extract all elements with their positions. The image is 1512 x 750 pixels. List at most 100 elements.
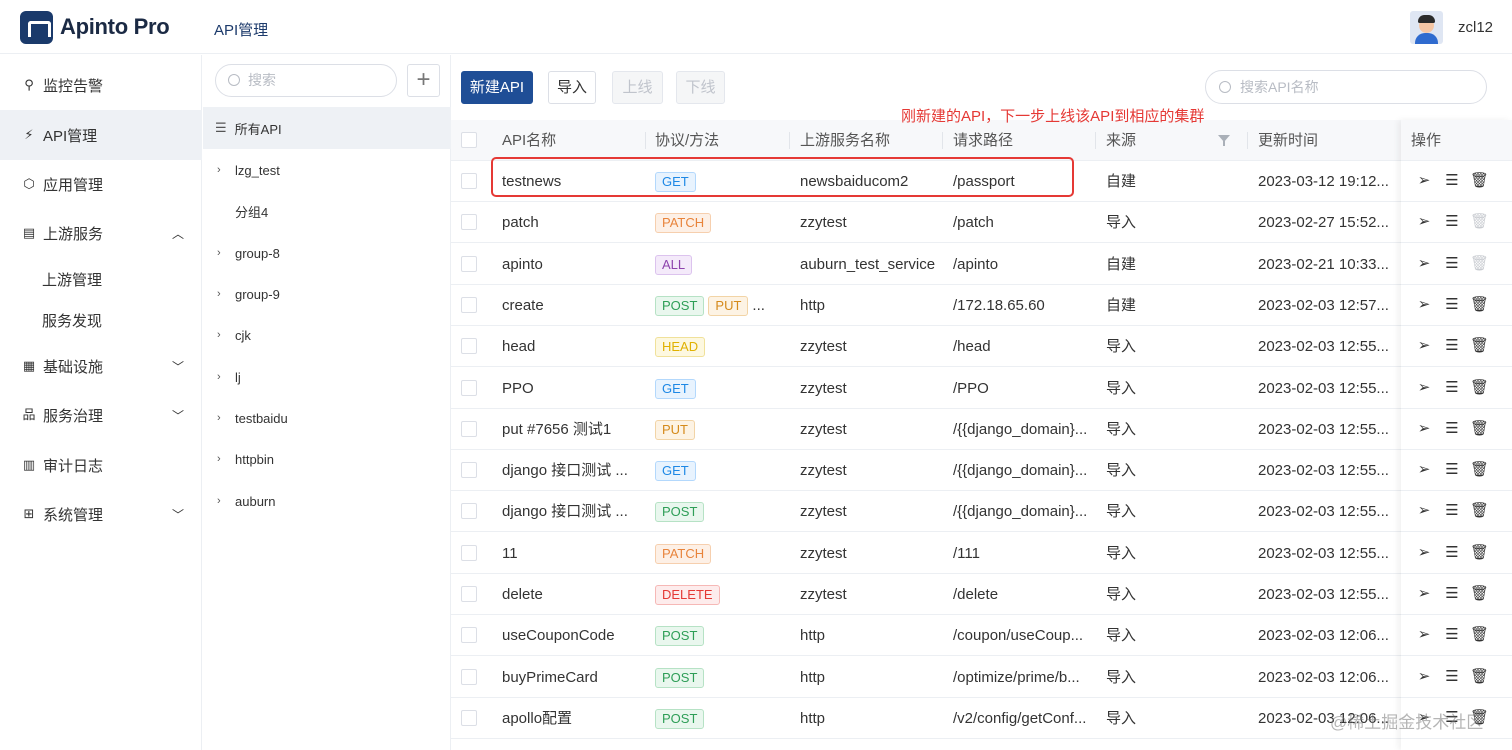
group-item[interactable]: › testbaidu xyxy=(203,398,451,438)
api-name-cell[interactable]: useCouponCode xyxy=(502,615,637,656)
table-row[interactable]: create POST PUT... http/172.18.65.60 自建 2023-… xyxy=(451,285,1512,326)
sidebar-subitem-upstream-manage[interactable]: 上游管理 xyxy=(0,259,202,299)
new-api-button[interactable]: 新建API xyxy=(461,71,533,104)
table-row[interactable]: django 接口测试 ... POST zzytest /{{django_doma… xyxy=(451,491,1512,532)
api-name-cell[interactable]: buyPrimeCard xyxy=(502,657,637,698)
add-group-button[interactable]: + xyxy=(407,64,440,97)
row-checkbox[interactable] xyxy=(461,627,477,643)
table-row[interactable]: django 接口测试 ... GET zzytest /{{django_domai… xyxy=(451,450,1512,491)
row-checkbox[interactable] xyxy=(461,586,477,602)
publish-icon[interactable]: ➢ xyxy=(1415,420,1433,438)
publish-icon[interactable]: ➢ xyxy=(1415,668,1433,686)
group-item[interactable]: › lj xyxy=(203,357,451,397)
publish-icon[interactable]: ➢ xyxy=(1415,544,1433,562)
view-detail-icon[interactable]: ☰ xyxy=(1443,461,1461,479)
row-checkbox[interactable] xyxy=(461,338,477,354)
delete-icon[interactable]: 🗑 xyxy=(1470,172,1489,190)
api-name-cell[interactable]: testnews xyxy=(502,161,637,202)
group-item[interactable]: › group-8 xyxy=(203,233,451,273)
publish-icon[interactable]: ➢ xyxy=(1415,172,1433,190)
view-detail-icon[interactable]: ☰ xyxy=(1443,544,1461,562)
api-name-cell[interactable]: head xyxy=(502,326,637,367)
api-name-cell[interactable]: django 接口测试 ... xyxy=(502,491,637,532)
publish-icon[interactable]: ➢ xyxy=(1415,255,1433,273)
publish-icon[interactable]: ➢ xyxy=(1415,379,1433,397)
view-detail-icon[interactable]: ☰ xyxy=(1443,379,1461,397)
table-row[interactable]: PPO GET zzytest/PPO 导入 2023-02-03 12:55... xyxy=(451,368,1512,409)
delete-icon[interactable]: 🗑 xyxy=(1470,296,1489,314)
row-checkbox[interactable] xyxy=(461,710,477,726)
publish-icon[interactable]: ➢ xyxy=(1415,461,1433,479)
api-name-cell[interactable]: django 接口测试 ... xyxy=(502,450,637,491)
api-name-cell[interactable]: PPO xyxy=(502,368,637,409)
delete-icon[interactable]: 🗑 xyxy=(1470,668,1489,686)
group-all-apis[interactable]: ☰ 所有API xyxy=(203,107,451,149)
table-row[interactable]: apinto ALL auburn_test_service/apinto 自建 202… xyxy=(451,244,1512,285)
sidebar-item-apps[interactable]: ⬡ 应用管理 xyxy=(0,159,202,209)
api-name-cell[interactable]: delete xyxy=(502,574,637,615)
username[interactable]: zcl12 xyxy=(1458,19,1493,36)
group-search-input[interactable]: 搜索 xyxy=(215,64,397,97)
table-row[interactable]: delete DELETE zzytest/delete 导入 2023-02-03 1… xyxy=(451,574,1512,615)
sidebar-item-upstream[interactable]: ▤ 上游服务 ︿ xyxy=(0,208,202,258)
publish-icon[interactable]: ➢ xyxy=(1415,502,1433,520)
delete-icon[interactable]: 🗑 xyxy=(1470,502,1489,520)
delete-icon[interactable]: 🗑 xyxy=(1470,255,1489,273)
view-detail-icon[interactable]: ☰ xyxy=(1443,420,1461,438)
import-button[interactable]: 导入 xyxy=(548,71,596,104)
table-row[interactable]: useCouponCode POST http/coupon/useCoup... 导… xyxy=(451,615,1512,656)
publish-icon[interactable]: ➢ xyxy=(1415,213,1433,231)
view-detail-icon[interactable]: ☰ xyxy=(1443,585,1461,603)
group-item[interactable]: › lzg_test xyxy=(203,150,451,190)
online-button[interactable]: 上线 xyxy=(612,71,663,104)
sidebar-item-monitor[interactable]: ⚲ 监控告警 xyxy=(0,60,202,110)
table-row[interactable]: patch PATCH zzytest/patch 导入 2023-02-27 15:5… xyxy=(451,202,1512,243)
row-checkbox[interactable] xyxy=(461,462,477,478)
row-checkbox[interactable] xyxy=(461,669,477,685)
sidebar-item-infrastructure[interactable]: ▦ 基础设施 ﹀ xyxy=(0,341,202,391)
row-checkbox[interactable] xyxy=(461,545,477,561)
row-checkbox[interactable] xyxy=(461,421,477,437)
group-item[interactable]: › group-9 xyxy=(203,274,451,314)
group-item[interactable]: › httpbin xyxy=(203,439,451,479)
table-row[interactable]: put #7656 测试1 PUT zzytest /{{django_domain}… xyxy=(451,409,1512,450)
filter-icon[interactable] xyxy=(1218,135,1230,146)
view-detail-icon[interactable]: ☰ xyxy=(1443,296,1461,314)
table-row[interactable]: testnews GET newsbaiducom2/passport 自建 2023-… xyxy=(451,161,1512,202)
view-detail-icon[interactable]: ☰ xyxy=(1443,668,1461,686)
sidebar-item-api[interactable]: ⚡ API管理 xyxy=(0,110,202,160)
publish-icon[interactable]: ➢ xyxy=(1415,337,1433,355)
delete-icon[interactable]: 🗑 xyxy=(1470,213,1489,231)
row-checkbox[interactable] xyxy=(461,173,477,189)
publish-icon[interactable]: ➢ xyxy=(1415,585,1433,603)
group-item[interactable]: 分组4 xyxy=(203,191,451,231)
api-name-cell[interactable]: 11 xyxy=(502,533,637,574)
offline-button[interactable]: 下线 xyxy=(676,71,725,104)
delete-icon[interactable]: 🗑 xyxy=(1470,420,1489,438)
avatar[interactable] xyxy=(1410,11,1443,44)
row-checkbox[interactable] xyxy=(461,256,477,272)
sidebar-item-system[interactable]: ⊞ 系统管理 ﹀ xyxy=(0,489,202,539)
api-name-cell[interactable]: patch xyxy=(502,202,637,243)
delete-icon[interactable]: 🗑 xyxy=(1470,626,1489,644)
sidebar-item-governance[interactable]: 品 服务治理 ﹀ xyxy=(0,390,202,440)
view-detail-icon[interactable]: ☰ xyxy=(1443,502,1461,520)
publish-icon[interactable]: ➢ xyxy=(1415,626,1433,644)
api-name-cell[interactable]: create xyxy=(502,285,637,326)
brand-name[interactable]: Apinto Pro xyxy=(60,14,170,40)
row-checkbox[interactable] xyxy=(461,503,477,519)
select-all-checkbox[interactable] xyxy=(461,132,477,148)
delete-icon[interactable]: 🗑 xyxy=(1470,337,1489,355)
group-item[interactable]: › auburn xyxy=(203,481,451,521)
view-detail-icon[interactable]: ☰ xyxy=(1443,255,1461,273)
view-detail-icon[interactable]: ☰ xyxy=(1443,337,1461,355)
delete-icon[interactable]: 🗑 xyxy=(1470,379,1489,397)
sidebar-subitem-service-discovery[interactable]: 服务发现 xyxy=(0,300,202,340)
delete-icon[interactable]: 🗑 xyxy=(1470,461,1489,479)
view-detail-icon[interactable]: ☰ xyxy=(1443,626,1461,644)
group-item[interactable]: › cjk xyxy=(203,315,451,355)
sidebar-item-audit-log[interactable]: ▥ 审计日志 xyxy=(0,440,202,490)
view-detail-icon[interactable]: ☰ xyxy=(1443,213,1461,231)
view-detail-icon[interactable]: ☰ xyxy=(1443,172,1461,190)
delete-icon[interactable]: 🗑 xyxy=(1470,544,1489,562)
